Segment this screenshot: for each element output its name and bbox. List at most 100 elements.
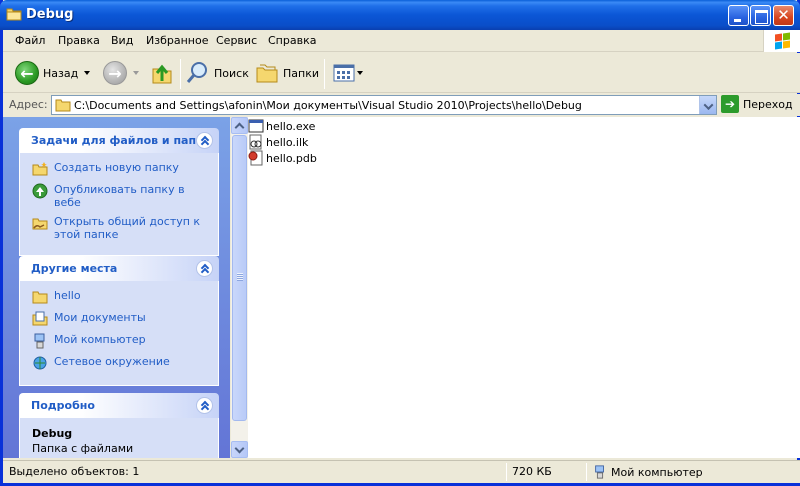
- new-folder-icon: [32, 162, 48, 176]
- detail-name: Debug: [32, 427, 73, 440]
- up-folder-icon: [152, 64, 172, 84]
- task-label: Открыть общий доступ к этой папке: [54, 215, 201, 241]
- status-location: Мой компьютер: [593, 465, 703, 479]
- toolbar-separator: [180, 59, 181, 89]
- address-dropdown-button[interactable]: [699, 96, 716, 114]
- task-pane-scrollbar[interactable]: [231, 117, 248, 458]
- place-label: hello: [54, 289, 81, 302]
- panel-title: Задачи для файлов и папок: [31, 134, 212, 147]
- toolbar: ← Назад → Поиск Папки: [3, 53, 800, 93]
- my-computer-icon: [595, 465, 604, 479]
- place-label: Мои документы: [54, 311, 146, 324]
- forward-dropdown-icon[interactable]: [133, 71, 139, 75]
- menu-file[interactable]: Файл: [15, 34, 45, 47]
- task-share-folder[interactable]: Открыть общий доступ к этой папке: [32, 215, 208, 241]
- address-label: Адрес:: [9, 98, 48, 111]
- search-icon: [186, 62, 207, 83]
- status-selected: Выделено объектов: 1: [9, 465, 140, 478]
- back-dropdown-icon[interactable]: [84, 71, 91, 75]
- my-documents-icon: [32, 311, 48, 326]
- status-location-label: Мой компьютер: [611, 465, 703, 479]
- back-arrow-icon: ←: [15, 61, 39, 85]
- place-label: Мой компьютер: [54, 333, 146, 346]
- views-dropdown-icon[interactable]: [357, 71, 363, 75]
- folders-icon: [256, 64, 278, 83]
- task-new-folder[interactable]: Создать новую папку: [32, 161, 208, 177]
- file-name: hello.exe: [266, 119, 316, 133]
- back-button[interactable]: ← Назад: [15, 59, 91, 87]
- search-button[interactable]: Поиск: [186, 59, 249, 87]
- panel-title: Другие места: [31, 262, 118, 275]
- details-panel: Подробно Debug Папка с файлами: [19, 393, 219, 458]
- other-places-header[interactable]: Другие места: [19, 256, 219, 281]
- status-size: 720 КБ: [512, 465, 552, 478]
- exe-file-icon: [248, 119, 264, 133]
- status-bar: Выделено объектов: 1 720 КБ Мой компьюте…: [3, 460, 800, 483]
- menu-favorites[interactable]: Избранное: [146, 34, 208, 47]
- menu-bar: Файл Правка Вид Избранное Сервис Справка: [3, 30, 800, 52]
- go-label: Переход: [743, 97, 793, 111]
- views-icon: [333, 64, 355, 82]
- place-my-computer[interactable]: Мой компьютер: [32, 333, 208, 349]
- collapse-icon[interactable]: [196, 260, 213, 277]
- other-places-panel: Другие места hello Мои документы Мой ком…: [19, 256, 219, 386]
- pdb-file-icon: [248, 150, 263, 166]
- collapse-icon[interactable]: [196, 132, 213, 149]
- collapse-icon[interactable]: [196, 397, 213, 414]
- task-pane: Задачи для файлов и папок Создать новую …: [3, 117, 230, 458]
- up-folder-button[interactable]: [151, 59, 173, 87]
- panel-title: Подробно: [31, 399, 95, 412]
- folders-label: Папки: [283, 66, 319, 80]
- share-folder-icon: [32, 218, 48, 230]
- search-label: Поиск: [214, 66, 249, 80]
- place-network[interactable]: Сетевое окружение: [32, 355, 208, 371]
- folder-icon: [6, 8, 22, 21]
- place-label: Сетевое окружение: [54, 355, 170, 368]
- ilk-file-icon: [249, 134, 262, 150]
- menu-help[interactable]: Справка: [268, 34, 316, 47]
- place-hello[interactable]: hello: [32, 289, 208, 305]
- forward-button[interactable]: →: [103, 59, 139, 87]
- file-item[interactable]: hello.exe: [248, 118, 315, 134]
- title-bar[interactable]: Debug ✕: [0, 0, 800, 30]
- address-bar: Адрес: C:\Documents and Settings\afonin\…: [3, 94, 800, 116]
- scroll-down-button[interactable]: [231, 441, 248, 458]
- folders-button[interactable]: Папки: [255, 59, 319, 87]
- detail-type: Папка с файлами: [32, 442, 134, 455]
- explorer-window: Debug ✕ Файл Правка Вид Избранное Сервис…: [0, 0, 800, 486]
- maximize-button[interactable]: [750, 5, 771, 26]
- close-icon: ✕: [777, 6, 790, 24]
- toolbar-separator: [324, 59, 325, 89]
- place-my-documents[interactable]: Мои документы: [32, 311, 208, 327]
- menu-tools[interactable]: Сервис: [216, 34, 257, 47]
- scroll-up-button[interactable]: [231, 117, 248, 134]
- task-publish-web[interactable]: Опубликовать папку в вебе: [32, 183, 208, 209]
- close-button[interactable]: ✕: [773, 5, 794, 26]
- details-header[interactable]: Подробно: [19, 393, 219, 418]
- forward-arrow-icon: →: [103, 61, 127, 85]
- file-tasks-panel: Задачи для файлов и папок Создать новую …: [19, 128, 219, 256]
- file-name: hello.ilk: [266, 135, 309, 149]
- scroll-thumb[interactable]: [232, 135, 247, 421]
- task-label: Опубликовать папку в вебе: [54, 183, 185, 209]
- go-arrow-icon: ➔: [721, 95, 739, 113]
- task-label: Создать новую папку: [54, 161, 179, 174]
- menu-edit[interactable]: Правка: [58, 34, 100, 47]
- back-label: Назад: [43, 66, 79, 80]
- minimize-button[interactable]: [728, 5, 749, 26]
- go-button[interactable]: ➔ Переход: [721, 95, 793, 113]
- folder-icon: [32, 291, 48, 304]
- publish-web-icon: [32, 183, 48, 199]
- address-path: C:\Documents and Settings\afonin\Мои док…: [74, 99, 582, 112]
- address-input[interactable]: C:\Documents and Settings\afonin\Мои док…: [51, 95, 717, 115]
- file-list[interactable]: hello.exe hello.ilk hello.pdb: [248, 117, 800, 458]
- window-title: Debug: [26, 7, 74, 22]
- menu-view[interactable]: Вид: [111, 34, 133, 47]
- folder-icon: [55, 99, 71, 112]
- views-button[interactable]: [333, 59, 363, 87]
- windows-logo-icon: [763, 30, 800, 52]
- file-tasks-header[interactable]: Задачи для файлов и папок: [19, 128, 219, 153]
- file-item[interactable]: hello.pdb: [248, 150, 317, 166]
- my-computer-icon: [34, 333, 45, 349]
- file-item[interactable]: hello.ilk: [248, 134, 308, 150]
